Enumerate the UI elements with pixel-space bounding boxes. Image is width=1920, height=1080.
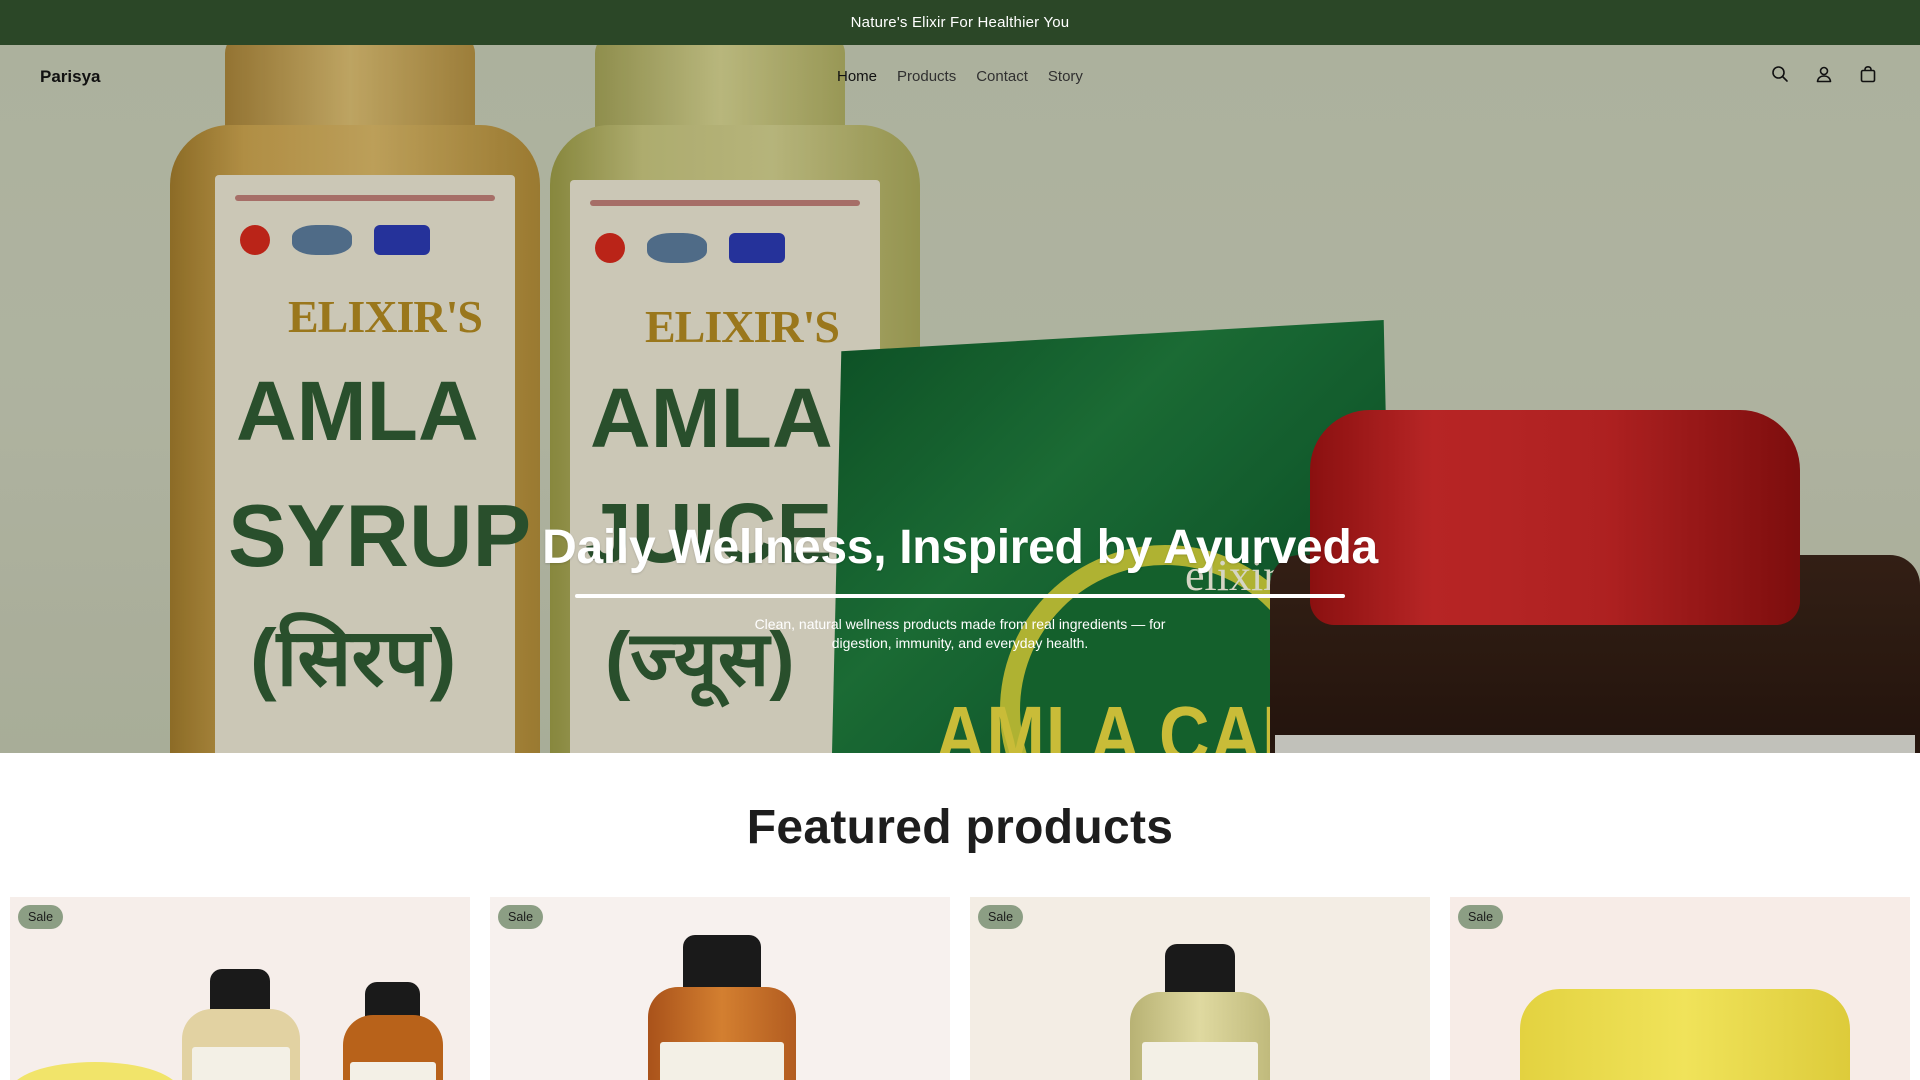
product-label [350, 1062, 436, 1080]
nav-story[interactable]: Story [1048, 68, 1083, 85]
product-grid: Sale Sale Sale Sale [10, 897, 1910, 1080]
main-nav: Home Products Contact Story [837, 68, 1083, 85]
hero-subtitle: Clean, natural wellness products made fr… [754, 616, 1166, 651]
product-card[interactable]: Sale [1450, 897, 1910, 1080]
site-header: Parisya Home Products Contact Story [0, 45, 1920, 111]
sale-badge: Sale [1458, 905, 1504, 929]
nav-contact[interactable]: Contact [976, 68, 1028, 85]
sale-badge: Sale [978, 905, 1024, 929]
product-image-part [10, 1062, 180, 1080]
nav-products[interactable]: Products [897, 68, 956, 85]
hero-title: Daily Wellness, Inspired by Ayurveda [542, 521, 1378, 574]
announcement-bar: Nature's Elixir For Healthier You [0, 0, 1920, 45]
product-jar-lid [1520, 989, 1850, 1080]
search-icon[interactable] [1768, 62, 1792, 86]
hero-underline [575, 594, 1345, 598]
product-card[interactable]: Sale [970, 897, 1430, 1080]
site-title[interactable]: Parisya [40, 67, 101, 87]
sale-badge: Sale [498, 905, 544, 929]
nav-home[interactable]: Home [837, 68, 877, 85]
product-card[interactable]: Sale [10, 897, 470, 1080]
featured-title: Featured products [746, 801, 1174, 854]
sale-badge: Sale [18, 905, 64, 929]
hero-banner: ELIXIR'S AMLA SYRUP (सिरप) ELIXIR'S AMLA… [0, 45, 1920, 753]
header-icons [1768, 62, 1880, 86]
product-cap [683, 935, 761, 995]
product-card[interactable]: Sale [490, 897, 950, 1080]
product-label [1142, 1042, 1258, 1080]
product-cap [1165, 944, 1235, 996]
cart-icon[interactable] [1856, 62, 1880, 86]
product-label [192, 1047, 290, 1080]
announcement-text: Nature's Elixir For Healthier You [850, 14, 1070, 31]
product-label [660, 1042, 784, 1080]
hero-content: Daily Wellness, Inspired by Ayurveda Cle… [0, 520, 1920, 653]
account-icon[interactable] [1812, 62, 1836, 86]
